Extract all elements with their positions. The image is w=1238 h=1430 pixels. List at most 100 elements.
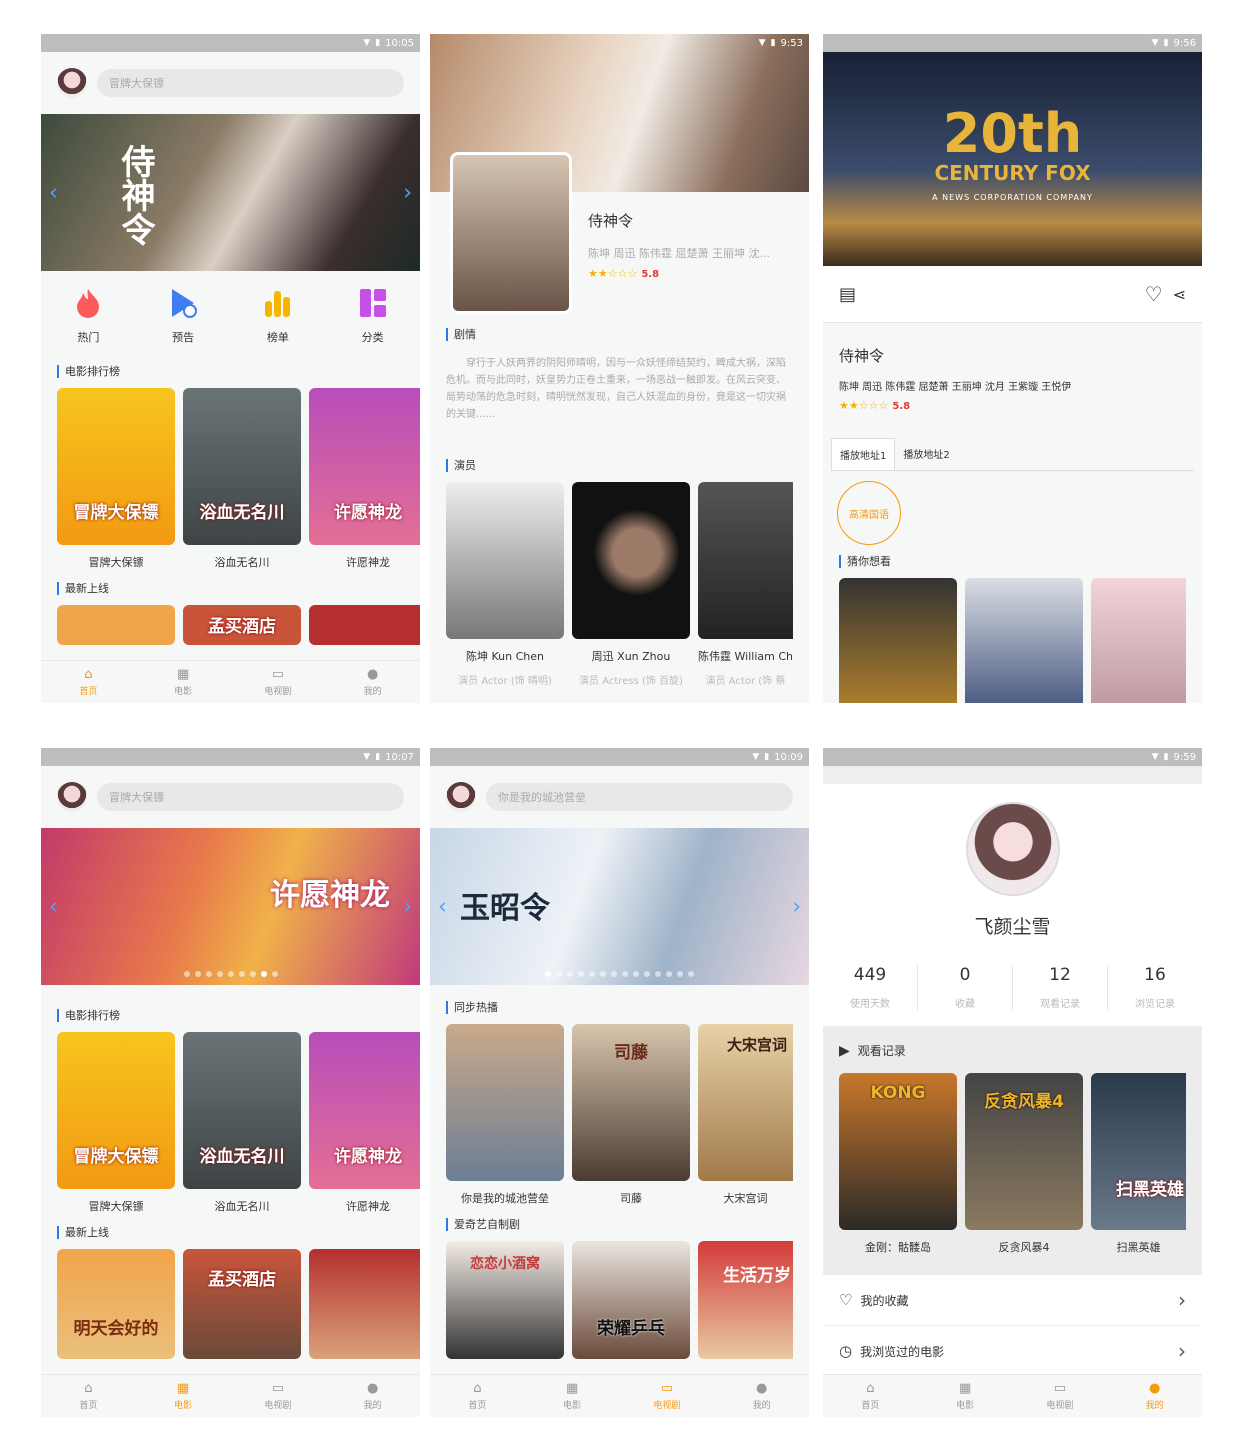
cast-line: 陈坤 周迅 陈伟霆 屈楚萧 王丽坤 沈...	[588, 247, 770, 260]
stat-label: 观看记录	[1040, 999, 1080, 1010]
cast-line: 陈坤 周迅 陈伟霆 屈楚萧 王丽坤 沈月 王紫璇 王悦伊	[839, 382, 1072, 393]
chevron-right-icon[interactable]: ›	[792, 894, 801, 919]
nav-label: 电视剧	[653, 1401, 681, 1411]
nav-label: 电影	[174, 1401, 193, 1411]
movie-card[interactable]	[965, 578, 1083, 703]
movie-card[interactable]	[839, 578, 957, 703]
comment-icon[interactable]: ▤	[839, 284, 856, 305]
movie-card[interactable]: 明天会好的	[57, 1249, 175, 1359]
search-input[interactable]: 冒牌大保镖	[97, 69, 404, 97]
chevron-right-icon[interactable]: ›	[403, 894, 412, 919]
quick-trailer[interactable]: 预告	[168, 287, 198, 345]
heart-icon: ♡	[839, 1291, 853, 1309]
tv-card[interactable]: 生活万岁	[698, 1241, 793, 1359]
nav-me[interactable]: ● 我的	[325, 661, 420, 703]
trailer-icon	[172, 289, 198, 318]
stat-history[interactable]: 12 观看记录	[1013, 965, 1108, 1010]
avatar[interactable]	[57, 68, 87, 98]
avatar[interactable]	[446, 782, 476, 812]
source-button[interactable]: 高清国语	[837, 481, 901, 545]
history-card[interactable]: 反贪风暴4 反贪风暴4	[965, 1073, 1083, 1255]
chevron-right-icon[interactable]: ›	[403, 180, 412, 205]
quick-category[interactable]: 分类	[358, 287, 388, 345]
chevron-right-icon: ›	[1178, 1339, 1186, 1363]
screen-player: ▼ ▮ 9:56 20th CENTURY FOX A NEWS CORPORATI…	[823, 34, 1202, 703]
stat-favorites[interactable]: 0 收藏	[918, 965, 1013, 1010]
nav-tv[interactable]: ▭ 电视剧	[231, 661, 326, 703]
history-card[interactable]: 扫黑英雄 扫黑英雄	[1091, 1073, 1186, 1255]
nav-tv[interactable]: ▭ 电视剧	[1013, 1375, 1108, 1417]
tv-icon: ▭	[271, 1381, 285, 1396]
movie-card[interactable]: 冒牌大保镖 冒牌大保镖	[57, 1032, 175, 1214]
history-card[interactable]: KONG 金刚：骷髅岛	[839, 1073, 957, 1255]
movie-card[interactable]: 浴血无名川 浴血无名川	[183, 1032, 301, 1214]
nav-home[interactable]: ⌂ 首页	[823, 1375, 918, 1417]
tab-source-2[interactable]: 播放地址2	[895, 438, 957, 470]
menu-favorites[interactable]: ♡ 我的收藏 ›	[823, 1275, 1202, 1326]
quick-hot[interactable]: 热门	[73, 287, 103, 345]
actor-card[interactable]: 陈伟霆 William Ch 演员 Actor (饰 蔡	[698, 482, 793, 687]
nav-me[interactable]: ● 我的	[325, 1375, 420, 1417]
movie-card[interactable]	[1091, 578, 1186, 703]
nav-home[interactable]: ⌂ 首页	[430, 1375, 525, 1417]
quick-chart[interactable]: 榜单	[263, 287, 293, 345]
nav-me[interactable]: ● 我的	[714, 1375, 809, 1417]
chevron-left-icon[interactable]: ‹	[438, 894, 447, 919]
banner-carousel[interactable]: 许愿神龙 ‹ ›	[41, 828, 420, 985]
share-icon[interactable]: ⋖	[1173, 285, 1186, 304]
nav-me[interactable]: ● 我的	[1107, 1375, 1202, 1417]
tv-card[interactable]: 荣耀乒乓	[572, 1241, 690, 1359]
tv-title: 司藤	[620, 1192, 642, 1205]
tv-card[interactable]: 恋恋小酒窝	[446, 1241, 564, 1359]
avatar[interactable]	[57, 782, 87, 812]
nav-movie[interactable]: ▦ 电影	[136, 661, 231, 703]
chevron-left-icon[interactable]: ‹	[49, 894, 58, 919]
banner-carousel[interactable]: 玉昭令 ‹ ›	[430, 828, 809, 985]
movie-card[interactable]: 孟买酒店	[183, 605, 301, 645]
poster-text: 浴血无名川	[199, 1147, 285, 1167]
section-title: 爱奇艺自制剧	[446, 1218, 793, 1231]
status-bar: ▼ ▮ 9:56	[823, 34, 1202, 52]
tv-card[interactable]: 你是我的城池营垒	[446, 1024, 564, 1206]
stat-value: 16	[1144, 965, 1166, 985]
poster-text: 冒牌大保镖	[73, 1147, 159, 1167]
search-input[interactable]: 冒牌大保镖	[97, 783, 404, 811]
movie-card[interactable]: 许愿神龙 许愿神龙	[309, 1032, 420, 1214]
movie-card[interactable]: 冒牌大保镖 冒牌大保镖	[57, 388, 175, 570]
tv-card[interactable]: 大宋宫词 大宋宫词	[698, 1024, 793, 1206]
banner-carousel[interactable]: 侍神令 ‹ ›	[41, 114, 420, 271]
nav-home[interactable]: ⌂ 首页	[41, 661, 136, 703]
poster-text: 许愿神龙	[334, 503, 402, 523]
movie-card[interactable]: 许愿神龙 许愿神龙	[309, 388, 420, 570]
nav-home[interactable]: ⌂ 首页	[41, 1375, 136, 1417]
menu-browse-history[interactable]: ◷ 我浏览过的电影 ›	[823, 1326, 1202, 1377]
movie-card[interactable]	[57, 605, 175, 645]
actor-card[interactable]: 陈坤 Kun Chen 演员 Actor (饰 晴明)	[446, 482, 564, 687]
movie-card[interactable]: 孟买酒店	[183, 1249, 301, 1359]
clapper-icon: ▦	[958, 1381, 972, 1396]
avatar[interactable]	[965, 802, 1060, 896]
tv-card[interactable]: 司藤 司藤	[572, 1024, 690, 1206]
nav-tv[interactable]: ▭ 电视剧	[620, 1375, 715, 1417]
nav-movie[interactable]: ▦ 电影	[136, 1375, 231, 1417]
movie-card[interactable]: 浴血无名川 浴血无名川	[183, 388, 301, 570]
home-icon: ⌂	[866, 1381, 875, 1396]
nav-tv[interactable]: ▭ 电视剧	[231, 1375, 326, 1417]
movie-card[interactable]	[309, 1249, 420, 1359]
nav-label: 我的	[752, 1401, 771, 1411]
movie-title: 冒牌大保镖	[88, 556, 144, 569]
actor-card[interactable]: 周迅 Xun Zhou 演员 Actress (饰 百旋)	[572, 482, 690, 687]
wifi-icon: ▼	[363, 752, 371, 762]
heart-icon[interactable]: ♡	[1145, 282, 1163, 306]
search-input[interactable]: 你是我的城池营垒	[486, 783, 793, 811]
movie-card[interactable]	[309, 605, 420, 645]
nav-movie[interactable]: ▦ 电影	[525, 1375, 620, 1417]
stat-browse[interactable]: 16 浏览记录	[1108, 965, 1202, 1010]
status-bar: ▼ ▮ 9:59	[823, 748, 1202, 766]
video-player[interactable]: 20th CENTURY FOX A NEWS CORPORATION COMP…	[823, 52, 1202, 266]
actor-photo	[698, 482, 793, 639]
actor-name: 陈伟霆 William Ch	[698, 650, 793, 663]
chevron-left-icon[interactable]: ‹	[49, 180, 58, 205]
nav-movie[interactable]: ▦ 电影	[918, 1375, 1013, 1417]
tab-source-1[interactable]: 播放地址1	[831, 438, 896, 470]
